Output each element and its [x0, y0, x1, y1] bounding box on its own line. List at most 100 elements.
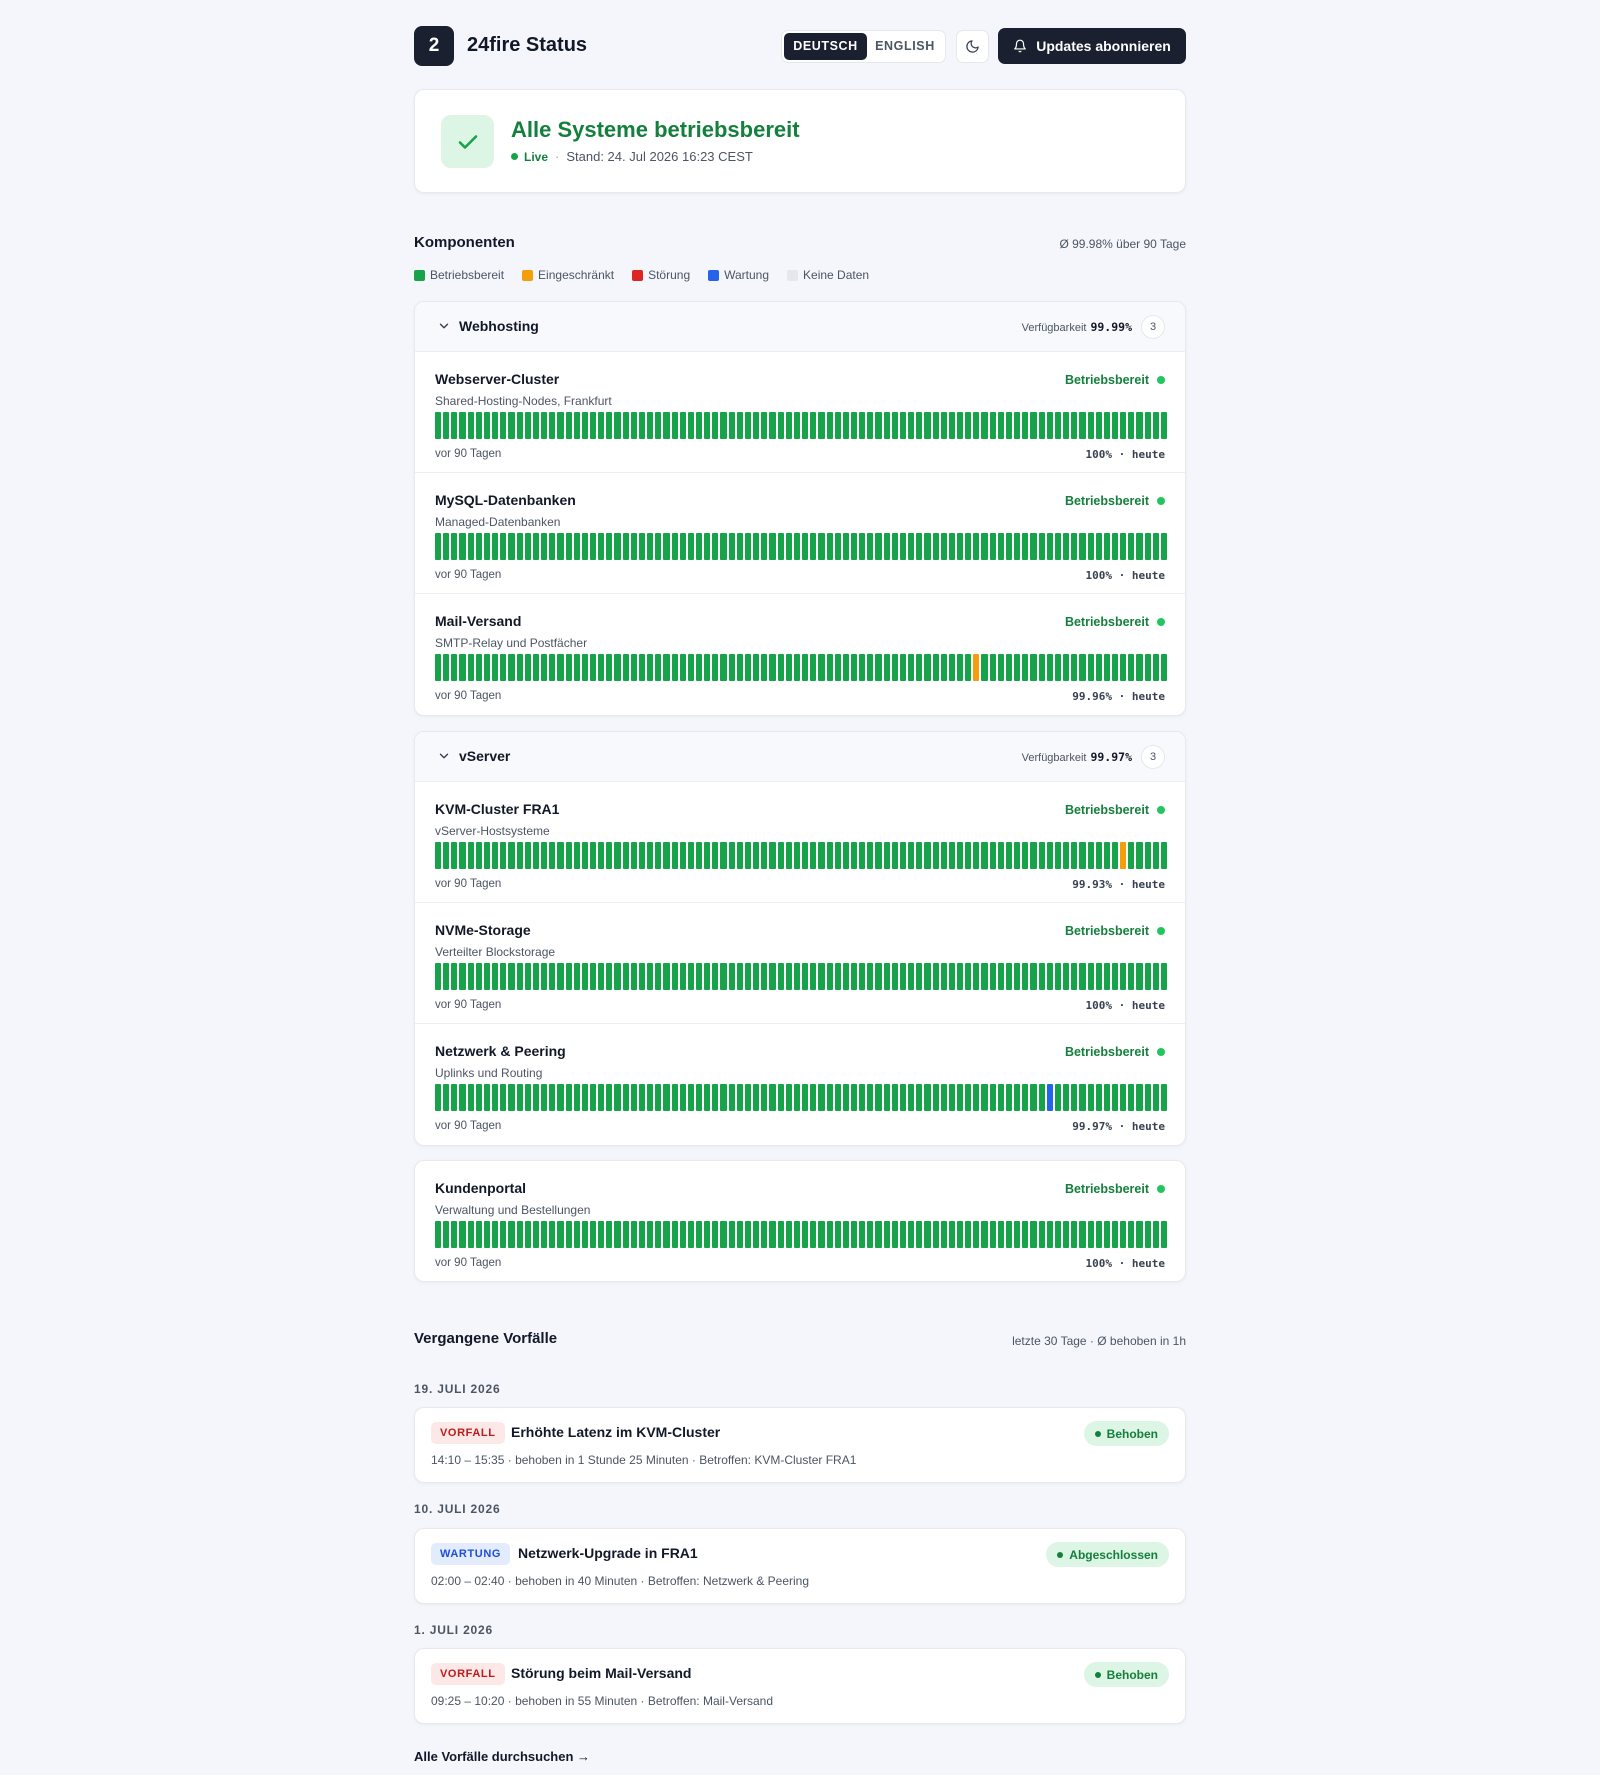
uptime-bar-day[interactable]	[663, 963, 670, 990]
uptime-bar-day[interactable]	[614, 842, 621, 869]
uptime-bar-day[interactable]	[777, 963, 784, 990]
uptime-bar-day[interactable]	[630, 412, 637, 439]
uptime-bar-day[interactable]	[647, 654, 654, 681]
uptime-bar-day[interactable]	[435, 1221, 442, 1248]
uptime-bar-day[interactable]	[589, 842, 597, 869]
uptime-bar-day[interactable]	[524, 412, 531, 439]
uptime-bar-day[interactable]	[467, 842, 474, 869]
uptime-bar-day[interactable]	[908, 1221, 915, 1248]
uptime-bar-day[interactable]	[1046, 533, 1053, 560]
uptime-bar-day[interactable]	[818, 963, 825, 990]
uptime-bar-day[interactable]	[663, 842, 670, 869]
uptime-bar-day[interactable]	[736, 842, 743, 869]
uptime-bar-day[interactable]	[541, 842, 548, 869]
uptime-bar-day[interactable]	[655, 1084, 662, 1111]
uptime-bar-day[interactable]	[940, 412, 947, 439]
uptime-bar-day[interactable]	[475, 412, 482, 439]
uptime-bar-day[interactable]	[1054, 654, 1062, 681]
uptime-bar-day[interactable]	[443, 533, 450, 560]
uptime-bar-day[interactable]	[924, 1221, 931, 1248]
uptime-bar-day[interactable]	[1152, 533, 1159, 560]
uptime-bar-day[interactable]	[948, 654, 955, 681]
uptime-bar-day[interactable]	[867, 533, 874, 560]
uptime-bar-day[interactable]	[630, 654, 637, 681]
uptime-bar-day[interactable]	[622, 1221, 629, 1248]
uptime-bar-day[interactable]	[467, 654, 474, 681]
uptime-bar-day[interactable]	[614, 1221, 621, 1248]
uptime-bar-day[interactable]	[467, 1084, 474, 1111]
uptime-bar-day[interactable]	[867, 963, 874, 990]
uptime-bar-day[interactable]	[826, 1221, 833, 1248]
uptime-bar-day[interactable]	[679, 533, 686, 560]
uptime-bar-day[interactable]	[1144, 533, 1151, 560]
uptime-bar-day[interactable]	[671, 963, 678, 990]
uptime-bar-day[interactable]	[957, 412, 964, 439]
uptime-bar-day[interactable]	[557, 412, 564, 439]
uptime-bar-day[interactable]	[655, 1221, 662, 1248]
uptime-bar-day[interactable]	[704, 412, 711, 439]
uptime-bar-day[interactable]	[663, 412, 670, 439]
uptime-bar-day[interactable]	[1111, 963, 1119, 990]
uptime-bar-day[interactable]	[647, 1221, 654, 1248]
uptime-bar-day[interactable]	[581, 963, 588, 990]
uptime-bar-day[interactable]	[1128, 1221, 1135, 1248]
uptime-bar-day[interactable]	[508, 842, 515, 869]
uptime-bar-day[interactable]	[720, 654, 727, 681]
uptime-bar-day[interactable]	[965, 1084, 972, 1111]
uptime-bar-day[interactable]	[777, 1084, 784, 1111]
uptime-bar-day[interactable]	[850, 533, 858, 560]
uptime-bar-day[interactable]	[981, 533, 988, 560]
uptime-bar-day[interactable]	[687, 1221, 694, 1248]
uptime-bar-day[interactable]	[818, 533, 825, 560]
uptime-bar-day[interactable]	[581, 1221, 588, 1248]
uptime-bar-day[interactable]	[581, 654, 588, 681]
uptime-bar-day[interactable]	[720, 842, 727, 869]
uptime-bar-day[interactable]	[1128, 412, 1135, 439]
uptime-bar-day[interactable]	[541, 963, 548, 990]
uptime-bar-day[interactable]	[492, 1084, 499, 1111]
uptime-bar-day[interactable]	[638, 654, 646, 681]
uptime-bar-day[interactable]	[696, 533, 703, 560]
uptime-bar-day[interactable]	[516, 533, 523, 560]
uptime-bar-day[interactable]	[793, 1084, 801, 1111]
uptime-bar-day[interactable]	[1063, 963, 1070, 990]
uptime-bar-day[interactable]	[606, 533, 613, 560]
uptime-bar-day[interactable]	[957, 842, 964, 869]
uptime-bar-day[interactable]	[1160, 654, 1168, 681]
uptime-bar-day[interactable]	[883, 842, 890, 869]
uptime-bar-day[interactable]	[638, 533, 646, 560]
uptime-bar-day[interactable]	[940, 963, 947, 990]
uptime-bar-day[interactable]	[802, 412, 809, 439]
uptime-bar-day[interactable]	[1128, 963, 1135, 990]
uptime-bar-day[interactable]	[908, 963, 915, 990]
uptime-bar-day[interactable]	[1014, 1221, 1021, 1248]
uptime-bar-day[interactable]	[899, 842, 907, 869]
uptime-bar-day[interactable]	[483, 1221, 491, 1248]
uptime-bar-day[interactable]	[1111, 842, 1119, 869]
uptime-bar-day[interactable]	[842, 842, 849, 869]
uptime-bar-day[interactable]	[1103, 654, 1110, 681]
uptime-bar-day[interactable]	[1022, 1084, 1029, 1111]
uptime-bar-day[interactable]	[524, 654, 531, 681]
uptime-bar-day[interactable]	[973, 1084, 980, 1111]
uptime-bar-day[interactable]	[475, 1084, 482, 1111]
uptime-bar-day[interactable]	[932, 412, 939, 439]
uptime-bar-day[interactable]	[842, 1084, 849, 1111]
uptime-bar-day[interactable]	[1111, 1084, 1119, 1111]
uptime-bar-day[interactable]	[565, 654, 572, 681]
uptime-bar-day[interactable]	[891, 654, 898, 681]
uptime-bar-day[interactable]	[598, 412, 605, 439]
uptime-bar-day[interactable]	[475, 963, 482, 990]
uptime-bar-day[interactable]	[1079, 533, 1086, 560]
uptime-bar-day[interactable]	[1079, 654, 1086, 681]
uptime-bar-day[interactable]	[842, 412, 849, 439]
uptime-bar-day[interactable]	[1144, 654, 1151, 681]
uptime-bar-day[interactable]	[785, 533, 792, 560]
uptime-bar-day[interactable]	[541, 654, 548, 681]
uptime-bar-day[interactable]	[614, 654, 621, 681]
uptime-bar-day[interactable]	[1160, 533, 1168, 560]
uptime-bar-day[interactable]	[679, 963, 686, 990]
uptime-bar-day[interactable]	[483, 412, 491, 439]
uptime-bar-day[interactable]	[492, 1221, 499, 1248]
uptime-bar-day[interactable]	[655, 963, 662, 990]
